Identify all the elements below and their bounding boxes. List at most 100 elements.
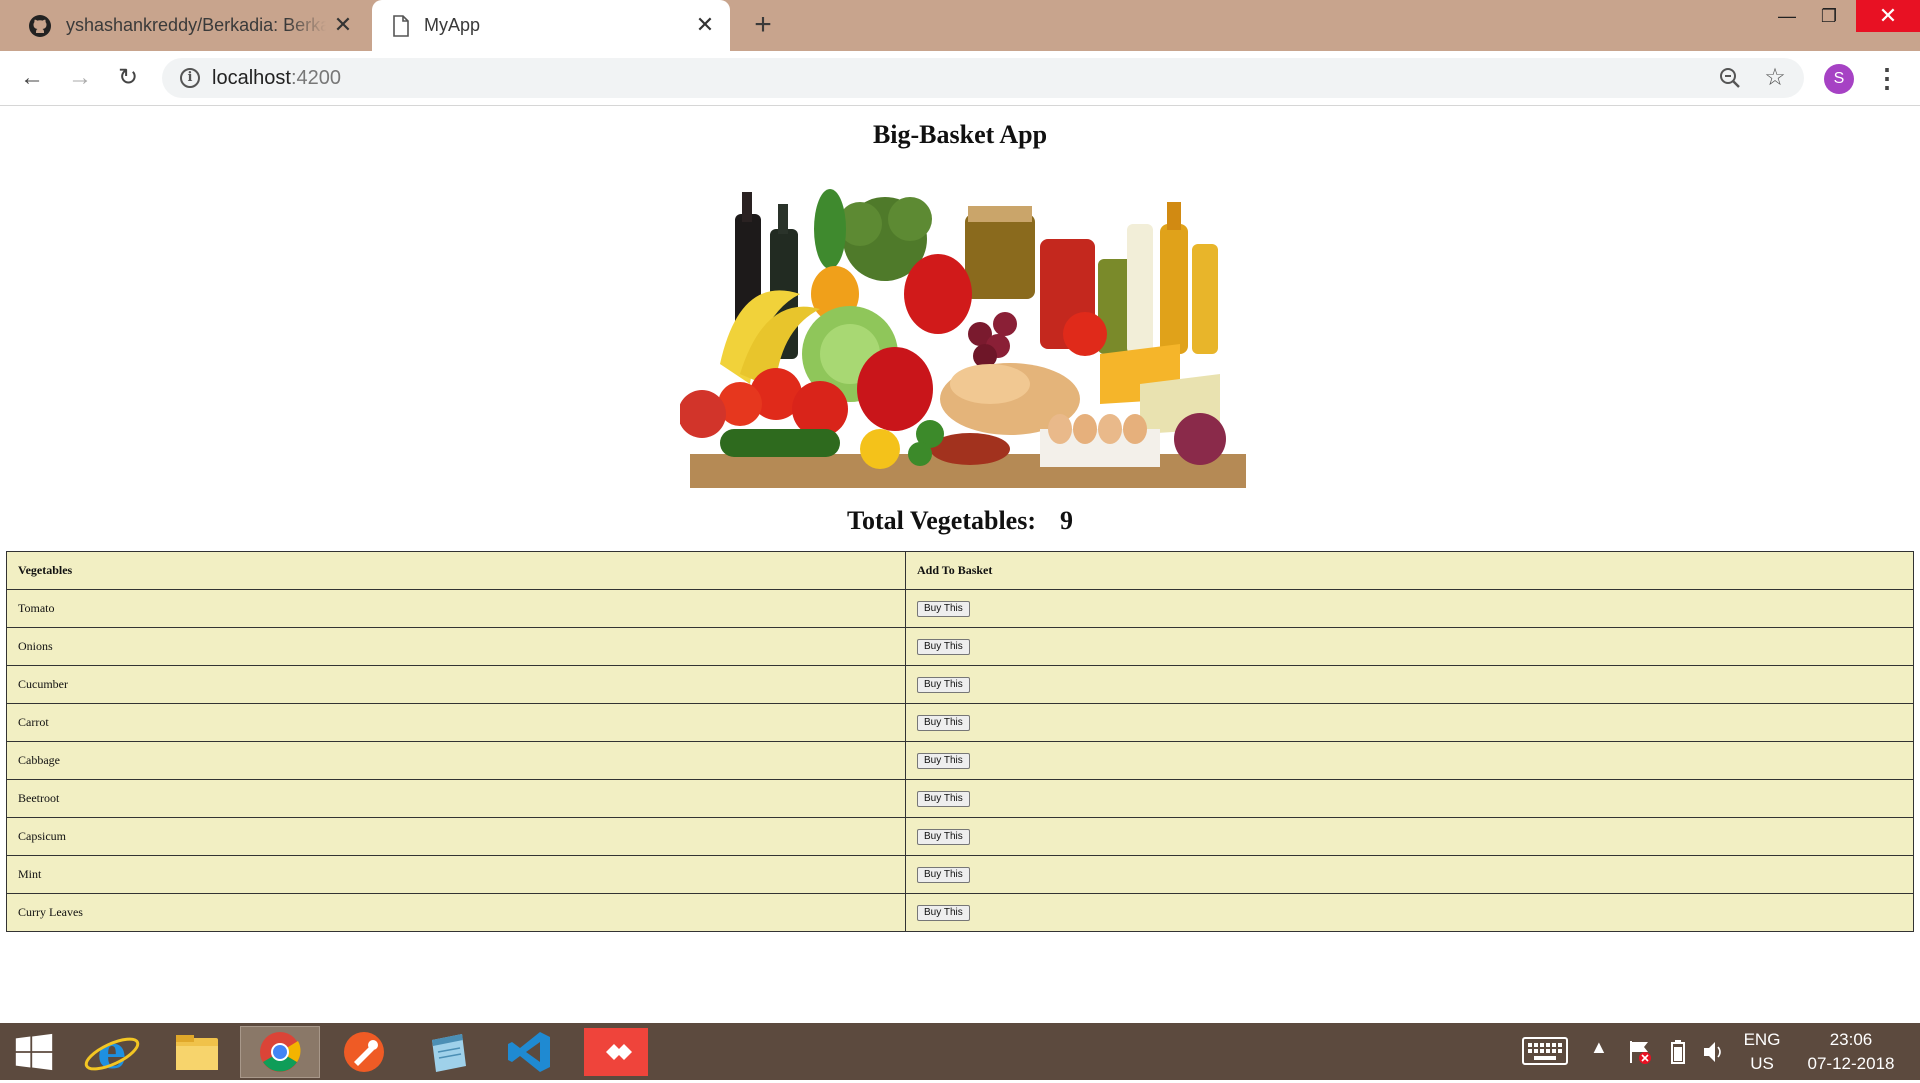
taskbar-internet-explorer[interactable]: e: [72, 1025, 152, 1079]
table-row: Tomato Buy This: [6, 589, 1914, 628]
table-row: Cucumber Buy This: [6, 665, 1914, 704]
buy-cell: Buy This: [905, 893, 1914, 932]
close-icon[interactable]: ✕: [332, 14, 354, 36]
browser-toolbar: ← → ↻ i localhost:4200 ☆ S ⋮: [0, 51, 1920, 106]
vegetable-name: Mint: [6, 855, 906, 894]
close-icon[interactable]: ✕: [694, 14, 716, 36]
taskbar: e ▲ ENG US 23:06 07-12-2018: [0, 1023, 1920, 1080]
taskbar-chrome[interactable]: [240, 1026, 320, 1078]
touch-keyboard-icon[interactable]: [1522, 1037, 1568, 1070]
table-row: Carrot Buy This: [6, 703, 1914, 742]
page-title: Big-Basket App: [872, 120, 1048, 149]
anydesk-icon: [584, 1028, 648, 1076]
taskbar-vscode[interactable]: [492, 1026, 572, 1078]
menu-icon[interactable]: ⋮: [1874, 63, 1900, 93]
volume-icon[interactable]: [1702, 1039, 1726, 1070]
language-label: ENG: [1743, 1030, 1781, 1049]
tab-github[interactable]: yshashankreddy/Berkadia: Berkadia ✕: [10, 0, 368, 51]
restore-button[interactable]: ❐: [1806, 0, 1852, 32]
clock-time: 23:06: [1829, 1030, 1873, 1049]
back-icon[interactable]: ←: [16, 62, 48, 94]
total-label: Total Vegetables:: [847, 506, 1036, 535]
vegetable-name: Capsicum: [6, 817, 906, 856]
total-count: 9: [1060, 506, 1073, 535]
buy-cell: Buy This: [905, 627, 1914, 666]
buy-button[interactable]: Buy This: [917, 791, 970, 807]
buy-button[interactable]: Buy This: [917, 753, 970, 769]
buy-cell: Buy This: [905, 741, 1914, 780]
input-language[interactable]: ENG US: [1742, 1028, 1782, 1076]
flag-icon[interactable]: [1628, 1039, 1652, 1070]
table-row: Curry Leaves Buy This: [6, 893, 1914, 932]
table-header-row: Vegetables Add To Basket: [6, 551, 1914, 590]
buy-cell: Buy This: [905, 855, 1914, 894]
buy-cell: Buy This: [905, 665, 1914, 704]
start-button[interactable]: [0, 1026, 80, 1078]
column-header-add-to-basket: Add To Basket: [905, 551, 1914, 590]
battery-icon[interactable]: [1670, 1039, 1686, 1070]
buy-button[interactable]: Buy This: [917, 829, 970, 845]
url-port: :4200: [290, 67, 341, 89]
vegetables-table: Vegetables Add To Basket Tomato Buy This …: [6, 551, 1914, 932]
taskbar-notepad[interactable]: [408, 1026, 488, 1078]
close-window-button[interactable]: ✕: [1856, 0, 1920, 32]
taskbar-postman[interactable]: [324, 1026, 404, 1078]
tab-title: yshashankreddy/Berkadia: Berkadia: [66, 15, 326, 35]
forward-icon[interactable]: →: [64, 62, 96, 94]
github-icon: [29, 14, 51, 37]
buy-cell: Buy This: [905, 589, 1914, 628]
table-row: Cabbage Buy This: [6, 741, 1914, 780]
bookmark-star-icon[interactable]: ☆: [1762, 64, 1788, 92]
chrome-icon: [260, 1032, 301, 1072]
vegetable-name: Beetroot: [6, 779, 906, 818]
page-icon: [393, 14, 409, 37]
groceries-image: [680, 184, 1246, 500]
page-viewport: Big-Basket App Total Vegetables: 9 Veget…: [0, 106, 1920, 1023]
notepad-icon: [432, 1034, 466, 1072]
table-row: Capsicum Buy This: [6, 817, 1914, 856]
url-host: localhost: [212, 67, 291, 89]
reload-icon[interactable]: ↻: [112, 62, 144, 94]
clock[interactable]: 23:06 07-12-2018: [1796, 1028, 1906, 1076]
buy-button[interactable]: Buy This: [917, 905, 970, 921]
postman-icon: [344, 1032, 384, 1072]
browser-tab-strip: yshashankreddy/Berkadia: Berkadia ✕ MyAp…: [0, 0, 1920, 51]
internet-explorer-icon: e: [84, 1025, 140, 1079]
vegetable-name: Cabbage: [6, 741, 906, 780]
svg-text:e: e: [97, 1026, 126, 1078]
chevron-up-icon[interactable]: ▲: [1590, 1037, 1608, 1058]
buy-cell: Buy This: [905, 703, 1914, 742]
table-row: Mint Buy This: [6, 855, 1914, 894]
new-tab-button[interactable]: +: [748, 10, 778, 40]
vegetable-name: Carrot: [6, 703, 906, 742]
avatar[interactable]: S: [1824, 64, 1854, 94]
total-vegetables: Total Vegetables: 9: [0, 506, 1920, 536]
buy-button[interactable]: Buy This: [917, 867, 970, 883]
vegetable-name: Curry Leaves: [6, 893, 906, 932]
buy-button[interactable]: Buy This: [917, 715, 970, 731]
vegetable-name: Onions: [6, 627, 906, 666]
column-header-vegetables: Vegetables: [6, 551, 906, 590]
start-icon: [15, 1033, 53, 1071]
info-icon[interactable]: i: [180, 68, 200, 88]
buy-cell: Buy This: [905, 817, 1914, 856]
url-text[interactable]: localhost:4200: [212, 58, 341, 98]
tab-myapp[interactable]: MyApp ✕: [372, 0, 730, 51]
taskbar-file-explorer[interactable]: [156, 1026, 236, 1078]
table-row: Onions Buy This: [6, 627, 1914, 666]
address-bar[interactable]: i localhost:4200 ☆: [162, 58, 1804, 98]
vegetable-name: Tomato: [6, 589, 906, 628]
buy-button[interactable]: Buy This: [917, 601, 970, 617]
buy-cell: Buy This: [905, 779, 1914, 818]
table-row: Beetroot Buy This: [6, 779, 1914, 818]
minimize-button[interactable]: —: [1764, 0, 1810, 32]
vegetable-name: Cucumber: [6, 665, 906, 704]
buy-button[interactable]: Buy This: [917, 677, 970, 693]
buy-button[interactable]: Buy This: [917, 639, 970, 655]
region-label: US: [1750, 1054, 1774, 1073]
tab-title: MyApp: [424, 15, 481, 35]
taskbar-anydesk[interactable]: [576, 1026, 656, 1078]
vscode-icon: [508, 1032, 550, 1072]
zoom-icon[interactable]: [1718, 66, 1742, 90]
file-explorer-icon: [176, 1035, 218, 1070]
